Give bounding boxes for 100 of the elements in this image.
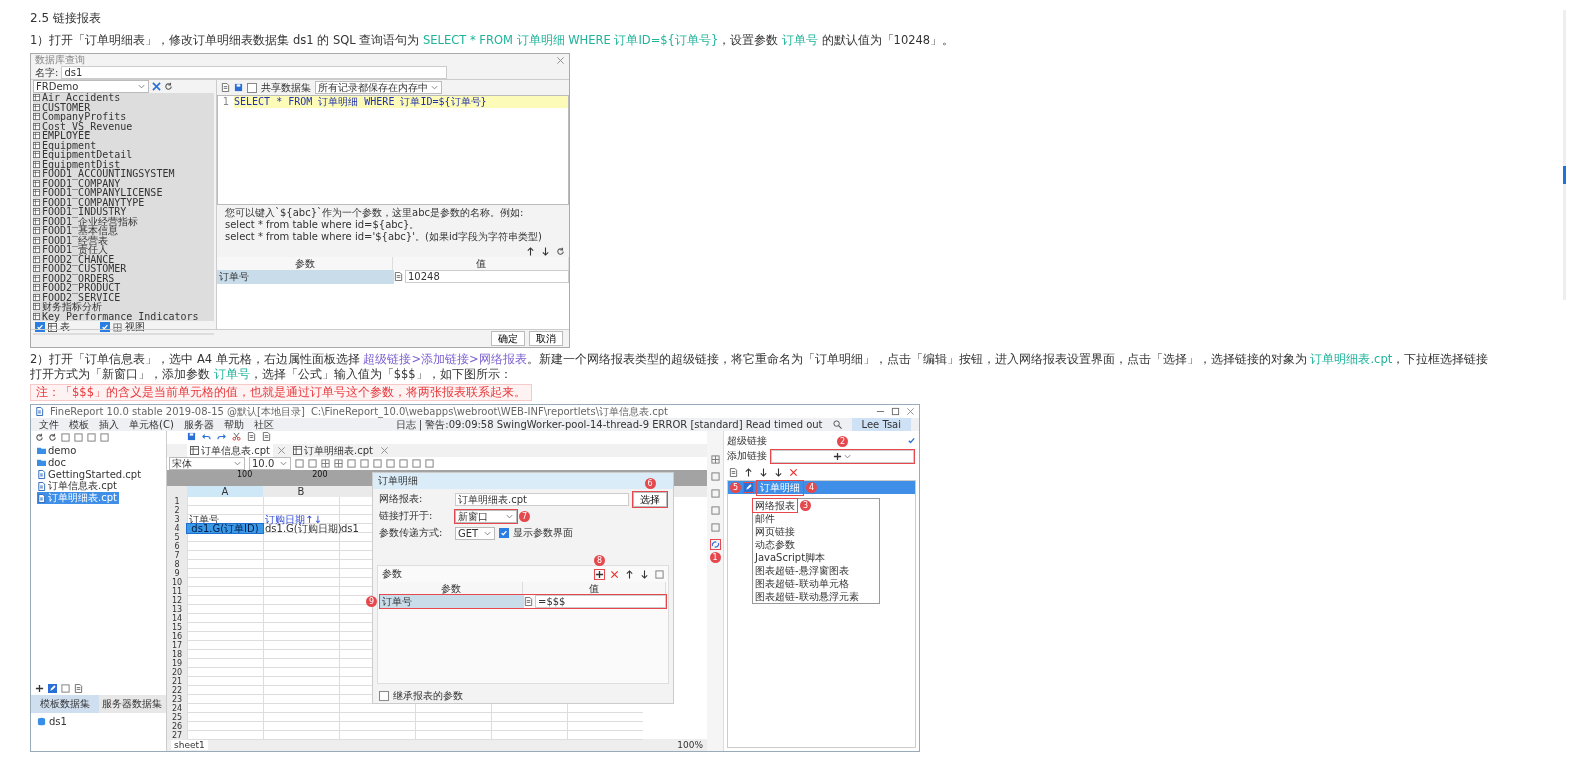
menu-item[interactable]: 单元格(C) (129, 417, 174, 432)
connection-dropdown[interactable]: FRDemo (33, 80, 149, 93)
pencil-icon[interactable] (48, 684, 57, 693)
close-icon[interactable] (906, 407, 915, 416)
table-name[interactable]: Key Performance Indicators (42, 311, 199, 321)
method-dropdown[interactable]: GET (455, 526, 495, 540)
document-icon[interactable] (74, 684, 83, 693)
table-name[interactable]: FOOD1_责任人 (42, 245, 109, 255)
plus-icon[interactable] (595, 569, 604, 579)
table-name[interactable]: FOOD1_ACCOUNTINGSYSTEM (42, 169, 175, 179)
menu-item[interactable]: 网页链接 (753, 525, 797, 538)
table-name[interactable]: Equipment (42, 140, 97, 150)
menu-item[interactable]: 帮助 (223, 417, 244, 432)
caret-icon[interactable] (430, 83, 439, 92)
tree-item[interactable]: 订单信息表.cpt (37, 480, 119, 492)
edit-icon[interactable] (744, 483, 753, 492)
table-name[interactable]: FOOD1_INDUSTRY (42, 207, 127, 217)
caret-icon[interactable] (279, 459, 288, 468)
save-icon[interactable] (187, 432, 196, 441)
table-name[interactable]: FOOD1_COMPANYLICENSE (42, 188, 163, 198)
table-name[interactable]: EquipmentDist (42, 159, 121, 169)
checkbox[interactable] (247, 82, 257, 93)
caret-icon[interactable] (137, 82, 146, 91)
tree-item[interactable]: GettingStarted.cpt (37, 468, 144, 480)
arrow-down-icon[interactable] (541, 246, 550, 256)
name-field[interactable]: ds1 (61, 66, 448, 79)
plus-icon[interactable] (35, 684, 44, 693)
tree-item[interactable]: doc (37, 456, 68, 468)
table-cell[interactable]: 订购日期↑↓ (263, 515, 324, 524)
menu-item[interactable]: 图表超链-悬浮窗图表 (753, 564, 851, 577)
check-icon[interactable] (907, 436, 916, 445)
dialog-button[interactable]: 确定 (491, 331, 525, 346)
sql-editor[interactable]: 1 SELECT * FROM 订单明细 WHERE 订单ID=${订单号} (217, 95, 569, 205)
value-field[interactable]: =$$$ (535, 595, 666, 608)
table-name[interactable]: 财务指标分析 (42, 302, 102, 312)
menu-item[interactable]: 图表超链-联动单元格 (753, 577, 851, 590)
tab[interactable]: 订单明细表.cpt (289, 443, 376, 458)
plus-icon[interactable] (833, 451, 842, 461)
table-name[interactable]: Cost_VS_Revenue (42, 121, 133, 131)
table-cell[interactable]: ds1.G(订单ID) (187, 524, 263, 533)
delete-icon[interactable] (789, 468, 798, 477)
font-dropdown[interactable]: 宋体 (169, 457, 245, 470)
checkbox[interactable] (100, 322, 110, 332)
table-name[interactable]: FOOD1_COMPANYTYPE (42, 197, 145, 207)
table-name[interactable]: CUSTOMER (42, 102, 91, 112)
tab[interactable]: 模板数据集 (31, 695, 99, 713)
table-name[interactable]: FOOD2_ORDERS (42, 273, 115, 283)
table-name[interactable]: EquipmentDetail (42, 150, 133, 160)
redo-icon[interactable] (217, 432, 226, 441)
tools-icon[interactable] (152, 82, 161, 91)
value-field[interactable]: 10248 (405, 270, 569, 283)
storage-dropdown[interactable]: 所有记录都保存在内存中 (315, 81, 442, 94)
document-icon[interactable] (221, 83, 230, 92)
close-icon[interactable] (276, 446, 286, 455)
close-icon[interactable] (556, 55, 565, 65)
font-size-dropdown[interactable]: 10.0 (249, 457, 291, 470)
table-name[interactable]: FOOD2_CUSTOMER (42, 264, 127, 274)
arrow-up-icon[interactable] (526, 246, 535, 256)
table-name[interactable]: FOOD1_COMPANY (42, 178, 121, 188)
menu-item[interactable]: 动态参数 (753, 538, 797, 551)
tree-item[interactable]: demo (37, 444, 79, 456)
table-name[interactable]: FOOD2_CHANCE (42, 254, 115, 264)
table-name[interactable]: FOOD1_基本信息 (42, 226, 119, 236)
dataset-item[interactable]: ds1 (49, 716, 67, 727)
arrow-up-icon[interactable] (744, 468, 753, 477)
dialog-button[interactable]: 取消 (529, 331, 563, 346)
arrow-down-icon[interactable] (640, 569, 649, 579)
menu-item[interactable]: 社区 (253, 417, 274, 432)
save-icon[interactable] (234, 83, 243, 92)
refresh-icon[interactable] (556, 246, 565, 256)
search-icon[interactable] (832, 420, 842, 429)
table-name[interactable]: Air_Accidents (42, 93, 121, 103)
menu-item[interactable]: 邮件 (753, 512, 777, 525)
tab[interactable]: 服务器数据集 (98, 695, 166, 713)
checkbox[interactable] (379, 691, 389, 701)
sheet-tab[interactable]: sheet1 (171, 740, 208, 750)
caret-icon[interactable] (233, 459, 242, 468)
menu-item[interactable]: 图表超链-联动悬浮元素 (753, 590, 861, 603)
menu-item[interactable]: 文件 (39, 417, 59, 432)
refresh-icon[interactable] (164, 82, 173, 91)
menu-item[interactable]: 插入 (99, 417, 119, 432)
menu-item[interactable]: 服务器 (183, 417, 214, 432)
checkbox[interactable] (35, 322, 45, 332)
undo-icon[interactable] (202, 432, 211, 441)
tab[interactable]: 订单信息表.cpt (187, 443, 273, 458)
table-name[interactable]: FOOD2_PRODUCT (42, 283, 121, 293)
table-name[interactable]: FOOD1_经营表 (42, 235, 109, 245)
maximize-icon[interactable] (891, 407, 900, 416)
arrow-down-icon[interactable] (759, 468, 768, 477)
checkbox[interactable] (499, 528, 509, 538)
menu-item[interactable]: JavaScript脚本 (753, 551, 828, 564)
table-name[interactable]: FOOD1_企业经营指标 (42, 216, 139, 226)
arrow-up-icon[interactable] (625, 569, 634, 579)
table-name[interactable]: FOOD2_SERVICE (42, 292, 121, 302)
refresh-icon[interactable] (35, 433, 44, 442)
table-name[interactable]: CompanyProfits (42, 112, 127, 122)
table-cell[interactable]: 订单号 (380, 594, 524, 609)
refresh-icon[interactable] (48, 433, 57, 442)
user-name[interactable]: Lee Tsai (851, 418, 911, 431)
table-name[interactable]: EMPLOYEE (42, 131, 91, 141)
